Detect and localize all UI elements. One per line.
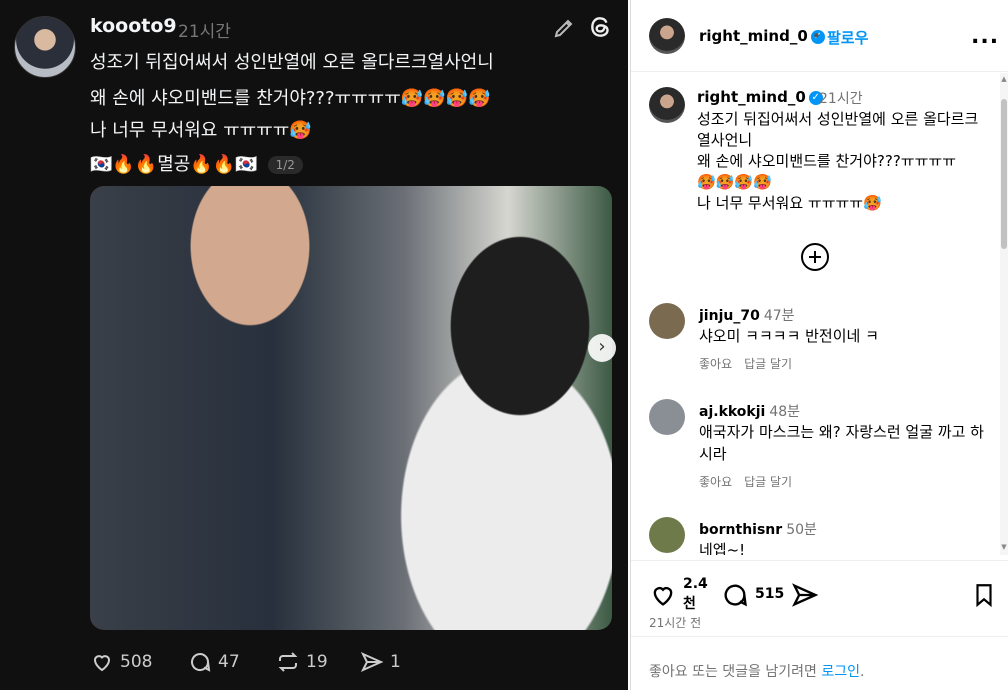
comment-avatar[interactable]	[649, 303, 685, 339]
comment-time: 47분	[763, 308, 795, 324]
instagram-panel: right_mind_0 ✓ • 팔로우 ... right_mind_0 ✓ 21…	[630, 0, 1008, 690]
comment-username-text[interactable]: jinju_70	[699, 308, 760, 324]
comment-meta: 좋아요 답글 달기	[699, 355, 804, 372]
post-action-bar: 508 47 19 1	[90, 650, 510, 676]
post-text-line-1: 성조기 뒤집어써서 성인반열에 오른 올다르크열사언니	[90, 52, 494, 73]
header-username-text[interactable]: right_mind_0	[699, 27, 808, 45]
comment-avatar[interactable]	[649, 399, 685, 435]
load-more-comments-icon[interactable]	[801, 243, 829, 271]
header-username[interactable]: right_mind_0 ✓	[699, 27, 825, 45]
comment-username[interactable]: aj.kkokji 48분	[699, 401, 800, 421]
media-pager: 1/2	[267, 156, 303, 174]
login-prompt: 좋아요 또는 댓글을 남기려면 로그인.	[631, 636, 1008, 690]
send-icon[interactable]	[791, 581, 819, 609]
comment-bubble-icon[interactable]	[721, 581, 749, 609]
scrollbar-thumb[interactable]	[1001, 99, 1007, 249]
author-username[interactable]: koooto9	[90, 15, 177, 37]
more-options-icon[interactable]: ...	[971, 24, 999, 49]
comment-time: 50분	[786, 522, 817, 538]
comment-reply-link[interactable]: 답글 달기	[744, 357, 792, 371]
like-count[interactable]: 2.4천	[683, 574, 709, 614]
follow-button[interactable]: 팔로우	[827, 27, 868, 48]
comment-reply-link[interactable]: 답글 달기	[744, 475, 792, 489]
comment-username[interactable]: bornthisnr 50분	[699, 519, 817, 539]
share-count: 1	[390, 652, 401, 672]
repost-count: 19	[306, 652, 328, 672]
comment-count: 515	[755, 586, 785, 602]
post-text-line-2: 왜 손에 샤오미밴드를 찬거야???ㅠㅠㅠㅠ🥵🥵🥵🥵	[90, 88, 491, 109]
threads-post: koooto9 21시간 성조기 뒤집어써서 성인반열에 오른 올다르크열사언니…	[0, 0, 628, 690]
heart-icon	[93, 655, 111, 672]
caption-avatar[interactable]	[649, 87, 685, 123]
reply-count: 47	[218, 652, 240, 672]
caption-text: 성조기 뒤집어써서 성인반열에 오른 올다르크열사언니 왜 손에 샤오미밴드를 …	[697, 110, 979, 212]
next-photo-chevron-icon[interactable]: ›	[588, 334, 616, 362]
comment-meta: 좋아요 답글 달기	[699, 473, 804, 490]
login-prompt-end: .	[860, 664, 865, 680]
login-prompt-text: 좋아요 또는 댓글을 남기려면 로그인.	[649, 661, 864, 681]
login-prompt-message: 좋아요 또는 댓글을 남기려면	[649, 664, 822, 680]
panel-header: right_mind_0 ✓ • 팔로우 ...	[631, 0, 1008, 72]
header-separator: •	[812, 27, 821, 45]
heart-icon[interactable]	[649, 581, 677, 609]
like-button[interactable]: 508	[90, 650, 152, 674]
post-photo[interactable]	[90, 186, 612, 630]
comment-text: 샤오미 ㅋㅋㅋㅋ 반전이네 ㅋ	[699, 327, 879, 345]
caption-username[interactable]: right_mind_0 ✓	[697, 88, 823, 106]
post-text-line-4: 🇰🇷🔥🔥멸공🔥🔥🇰🇷 1/2	[90, 150, 303, 176]
comment-text: 네엡~!	[699, 541, 746, 555]
comment-time: 48분	[769, 404, 801, 420]
screenshot-root: koooto9 21시간 성조기 뒤집어써서 성인반열에 오른 올다르크열사언니…	[0, 0, 1008, 690]
threads-logo-icon[interactable]	[588, 14, 614, 40]
author-avatar[interactable]	[14, 16, 76, 78]
scroll-up-arrow-icon[interactable]: ▲	[1000, 75, 1008, 83]
reply-button[interactable]: 47	[188, 650, 240, 674]
comment-avatar[interactable]	[649, 517, 685, 553]
login-link[interactable]: 로그인	[821, 664, 860, 680]
comment-username-text[interactable]: bornthisnr	[699, 522, 782, 538]
post-text-line-3: 나 너무 무서워요 ㅠㅠㅠㅠ🥵	[90, 120, 312, 141]
like-count: 508	[120, 652, 153, 672]
repost-icon	[278, 652, 298, 672]
comment-bubble-icon	[191, 653, 211, 672]
caption-username-text[interactable]: right_mind_0	[697, 88, 806, 106]
header-avatar[interactable]	[649, 18, 685, 54]
comments-scrollbar[interactable]: ▲ ▼	[1000, 73, 1008, 555]
bookmark-icon[interactable]	[971, 581, 997, 609]
comment-text: 애국자가 마스크는 왜? 자랑스런 얼굴 까고 하시라	[699, 423, 984, 463]
edit-icon[interactable]	[552, 16, 576, 40]
send-icon	[360, 651, 384, 673]
comments-scroll-area[interactable]: right_mind_0 ✓ 21시간 성조기 뒤집어써서 성인반열에 오른 올다…	[631, 73, 999, 555]
repost-button[interactable]: 19	[276, 650, 328, 674]
comment-like-link[interactable]: 좋아요	[699, 475, 732, 489]
post-time: 21시간	[178, 22, 231, 42]
comment-username[interactable]: jinju_70 47분	[699, 305, 795, 325]
post-text-line-4-text: 🇰🇷🔥🔥멸공🔥🔥🇰🇷	[90, 154, 258, 175]
comment-username-text[interactable]: aj.kkokji	[699, 404, 765, 420]
caption-time: 21시간	[819, 91, 863, 107]
share-button[interactable]: 1	[360, 650, 401, 674]
post-timestamp: 21시간 전	[649, 616, 702, 630]
comment-like-link[interactable]: 좋아요	[699, 357, 732, 371]
scroll-down-arrow-icon[interactable]: ▼	[1000, 543, 1008, 551]
